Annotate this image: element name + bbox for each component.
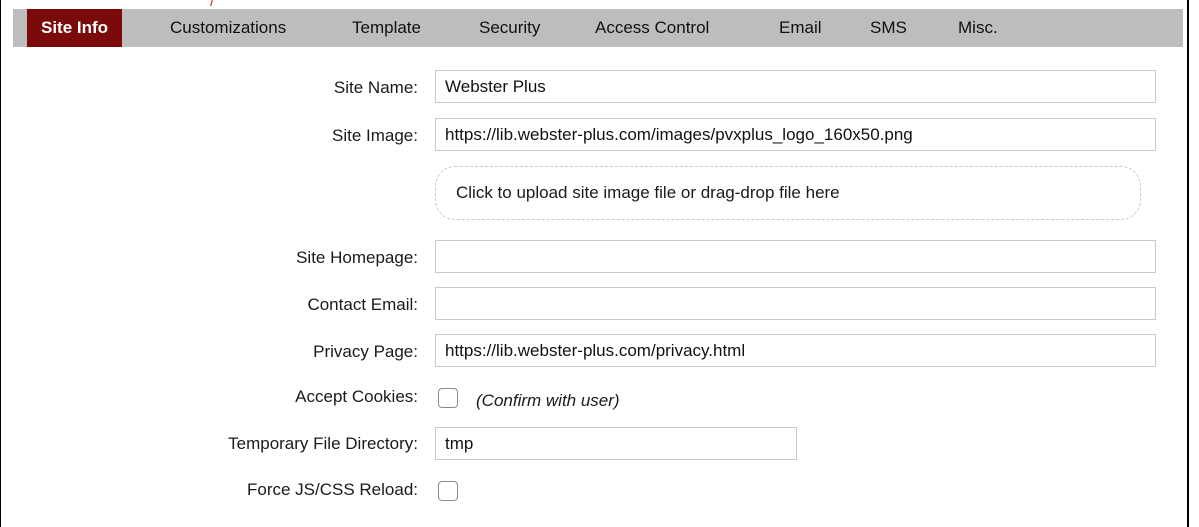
force-reload-checkbox[interactable] <box>438 481 458 501</box>
accept-cookies-label: Accept Cookies: <box>295 387 418 406</box>
settings-panel: Site Info Customizations Template Securi… <box>0 0 1189 527</box>
tab-email[interactable]: Email <box>779 9 822 47</box>
site-homepage-input[interactable] <box>435 240 1156 273</box>
site-image-label: Site Image: <box>332 126 418 145</box>
contact-email-input[interactable] <box>435 287 1156 320</box>
force-reload-label: Force JS/CSS Reload: <box>246 480 418 499</box>
privacy-page-input[interactable] <box>435 334 1156 367</box>
red-annotation-mark <box>205 0 213 6</box>
tab-misc[interactable]: Misc. <box>958 9 998 47</box>
privacy-page-label: Privacy Page: <box>313 342 418 361</box>
site-homepage-label: Site Homepage: <box>296 248 418 267</box>
site-image-upload-dropzone[interactable]: Click to upload site image file or drag-… <box>435 166 1141 220</box>
contact-email-label: Contact Email: <box>307 295 418 314</box>
tab-sms[interactable]: SMS <box>870 9 907 47</box>
tab-customizations[interactable]: Customizations <box>170 9 286 47</box>
site-image-input[interactable] <box>435 118 1156 151</box>
tab-security[interactable]: Security <box>479 9 540 47</box>
site-name-input[interactable] <box>435 70 1156 103</box>
accept-cookies-hint: (Confirm with user) <box>476 391 620 410</box>
tab-access-control[interactable]: Access Control <box>595 9 709 47</box>
tab-site-info[interactable]: Site Info <box>27 9 123 47</box>
temp-dir-label: Temporary File Directory: <box>228 434 418 453</box>
accept-cookies-checkbox[interactable] <box>438 388 458 408</box>
tab-bar: Site Info Customizations Template Securi… <box>13 9 1183 47</box>
tab-template[interactable]: Template <box>352 9 421 47</box>
temp-dir-input[interactable] <box>435 427 797 460</box>
site-name-label: Site Name: <box>333 78 418 97</box>
